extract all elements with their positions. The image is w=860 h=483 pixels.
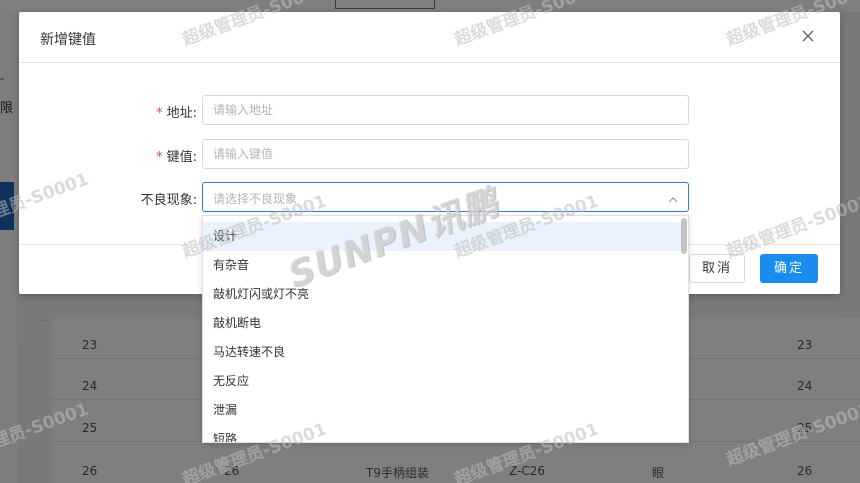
chevron-up-icon: [668, 193, 678, 203]
dropdown-option[interactable]: 泄漏: [203, 396, 683, 425]
cancel-button[interactable]: 取消: [689, 254, 745, 283]
required-mark: *: [156, 150, 163, 165]
dropdown-option[interactable]: 短路: [203, 425, 683, 442]
key-value-label-text: 键值:: [166, 150, 197, 165]
defect-select-placeholder: 请选择不良现象: [213, 192, 298, 206]
address-label-text: 地址:: [166, 106, 197, 121]
dropdown-option[interactable]: 敲机断电: [203, 309, 683, 338]
defect-select[interactable]: 请选择不良现象: [202, 182, 689, 212]
defect-row: 不良现象: 请选择不良现象: [19, 182, 840, 212]
ok-button[interactable]: 确定: [760, 254, 818, 283]
dialog-header: 新增键值: [19, 12, 840, 63]
key-value-label: * 键值:: [156, 146, 197, 165]
dropdown-option[interactable]: 马达转速不良: [203, 338, 683, 367]
address-input[interactable]: [202, 95, 689, 125]
defect-dropdown: 设计 有杂音 敲机灯闪或灯不亮 敲机断电 马达转速不良 无反应 泄漏 短路: [202, 215, 689, 443]
dropdown-scrollbar[interactable]: [681, 218, 687, 254]
close-icon[interactable]: [800, 28, 816, 44]
address-row: * 地址:: [19, 95, 840, 125]
required-mark: *: [156, 106, 163, 121]
key-value-row: * 键值:: [19, 139, 840, 169]
key-value-input[interactable]: [202, 139, 689, 169]
dialog-title: 新增键值: [40, 32, 96, 48]
dropdown-option[interactable]: 设计: [203, 222, 683, 251]
address-label: * 地址:: [156, 102, 197, 121]
dropdown-option[interactable]: 有杂音: [203, 251, 683, 280]
defect-label: 不良现象:: [140, 193, 197, 208]
dropdown-option[interactable]: 敲机灯闪或灯不亮: [203, 280, 683, 309]
dropdown-option[interactable]: 无反应: [203, 367, 683, 396]
